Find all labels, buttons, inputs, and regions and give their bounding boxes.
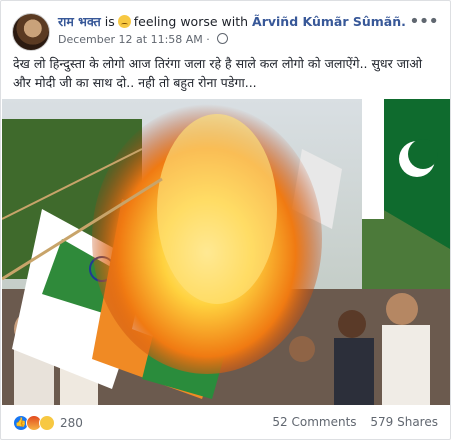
post-photo[interactable] — [2, 99, 450, 405]
avatar[interactable] — [12, 13, 50, 51]
author-name[interactable]: राम भक्त — [58, 14, 101, 29]
shares-count-link[interactable]: 579 Shares — [370, 415, 438, 429]
post-text: देख लो हिन्दुस्ता के लोगो आज तिरंगा जला … — [13, 56, 423, 90]
post-header: राम भक्त is feeling worse with Ãrviñd Kûm… — [58, 13, 406, 30]
meta-separator: · — [206, 33, 210, 46]
tagged-user-link[interactable]: Ãrviñd Kûmãr Sûmãñ. — [252, 14, 406, 29]
worried-face-icon — [117, 15, 131, 28]
facebook-post-card: राम भक्त is feeling worse with Ãrviñd Kûm… — [0, 0, 451, 440]
engagement-stats: 52 Comments 579 Shares — [272, 415, 438, 429]
sad-icon — [39, 415, 55, 431]
feeling-text: feeling worse with — [133, 14, 249, 29]
more-options-button[interactable]: ••• — [409, 11, 439, 32]
reaction-count: 280 — [60, 416, 83, 430]
comments-count-link[interactable]: 52 Comments — [272, 415, 356, 429]
globe-icon[interactable] — [217, 33, 229, 44]
feeling-prefix: is — [104, 14, 115, 29]
post-meta: December 12 at 11:58 AM · — [58, 33, 229, 46]
reactions-summary[interactable]: 👍 280 — [13, 415, 83, 431]
post-timestamp[interactable]: December 12 at 11:58 AM — [58, 33, 203, 46]
